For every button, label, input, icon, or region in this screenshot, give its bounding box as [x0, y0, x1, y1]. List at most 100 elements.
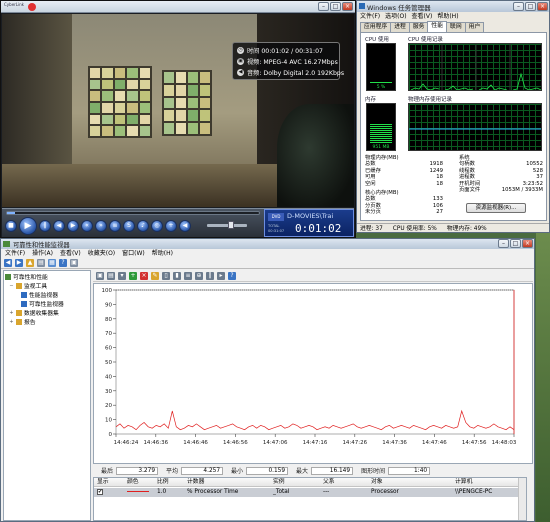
properties-icon[interactable]: ≡ [184, 271, 192, 280]
view-log-data-icon[interactable]: ▤ [107, 271, 115, 280]
zoom-icon[interactable]: + [165, 220, 177, 232]
pause-icon[interactable]: ‖ [39, 220, 51, 232]
window-pane [200, 72, 210, 83]
menu-icon[interactable]: ≡ [109, 220, 121, 232]
properties-icon[interactable]: ▦ [48, 259, 56, 267]
column-show[interactable]: 显示 [94, 478, 124, 486]
table-row[interactable]: ✔ 1.0 % Processor Time _Total --- Proces… [94, 488, 526, 497]
fast-forward-icon[interactable]: » [95, 220, 107, 232]
tab-applications[interactable]: 应用程序 [360, 22, 392, 32]
tree-item-reliability-performance[interactable]: 可靠性和性能 [5, 272, 89, 281]
show-checkbox[interactable]: ✔ [97, 488, 103, 495]
view-current-activity-icon[interactable]: ▣ [96, 271, 104, 280]
column-counter[interactable]: 计数器 [184, 478, 270, 486]
menu-favorites[interactable]: 收藏夹(O) [88, 249, 115, 258]
copy-properties-icon[interactable]: ▯ [162, 271, 170, 280]
minimize-icon[interactable]: – [318, 2, 329, 11]
performance-graph[interactable]: 0 10 20 30 40 50 60 70 80 90 100 14:46:24 14:46:36 14… [93, 283, 533, 464]
column-instance[interactable]: 实例 [270, 478, 320, 486]
volume-slider[interactable] [207, 224, 247, 227]
close-icon[interactable]: × [537, 2, 548, 11]
close-icon[interactable]: × [342, 2, 353, 11]
minimize-icon[interactable]: – [498, 239, 509, 248]
expand-icon[interactable]: + [9, 310, 14, 316]
export-icon[interactable]: ▣ [70, 259, 78, 267]
menu-action[interactable]: 操作(A) [32, 249, 53, 258]
tab-performance[interactable]: 性能 [427, 21, 448, 32]
stop-icon[interactable]: ■ [5, 220, 17, 232]
x-tick-label: 14:46:56 [223, 440, 248, 446]
tree-item-data-collector-sets[interactable]: + 数据收集器集 [5, 308, 89, 317]
show-hide-tree-icon[interactable]: ▤ [37, 259, 45, 267]
maximize-icon[interactable]: □ [330, 2, 341, 11]
menu-options[interactable]: 选项(O) [385, 12, 406, 21]
help-icon[interactable]: ? [59, 259, 67, 267]
menu-help[interactable]: 帮助(H) [437, 12, 458, 21]
minimize-icon[interactable]: – [513, 2, 524, 11]
maximize-icon[interactable]: □ [510, 239, 521, 248]
menu-view[interactable]: 查看(V) [412, 12, 433, 21]
maximize-icon[interactable]: □ [525, 2, 536, 11]
back-icon[interactable]: ◀ [4, 259, 12, 267]
expand-icon[interactable]: + [9, 319, 14, 325]
help-icon[interactable]: ? [228, 271, 236, 280]
add-counter-icon[interactable]: + [129, 271, 137, 280]
menu-window[interactable]: 窗口(W) [122, 249, 145, 258]
x-tick-label: 14:46:24 [114, 440, 139, 446]
tab-processes[interactable]: 进程 [390, 22, 410, 32]
zoom-icon[interactable]: ⊕ [195, 271, 203, 280]
column-parent[interactable]: 父系 [320, 478, 368, 486]
player-titlebar[interactable]: CyberLink – □ × [1, 1, 355, 13]
column-computer[interactable]: 计算机 [452, 478, 526, 486]
tree-item-performance-monitor[interactable]: 性能监视器 [5, 290, 89, 299]
menu-help[interactable]: 帮助(H) [152, 249, 173, 258]
menu-file[interactable]: 文件(F) [5, 249, 25, 258]
forward-icon[interactable]: ▶ [15, 259, 23, 267]
close-icon[interactable]: × [522, 239, 533, 248]
play-icon[interactable]: ▶ [19, 217, 37, 235]
audio-stream-icon[interactable]: ♪ [137, 220, 149, 232]
tree-item-reliability-monitor[interactable]: 可靠性监视器 [5, 299, 89, 308]
menu-file[interactable]: 文件(F) [360, 12, 380, 21]
change-graph-type-icon[interactable]: ▾ [118, 271, 126, 280]
tree-item-monitoring-tools[interactable]: − 监视工具 [5, 281, 89, 290]
scale-cell: 1.0 [157, 489, 167, 495]
tree-item-reports[interactable]: + 报告 [5, 317, 89, 326]
system-pagefile-label: 页面文件 [459, 187, 481, 194]
paste-counter-list-icon[interactable]: ▮ [173, 271, 181, 280]
tab-services[interactable]: 服务 [408, 22, 429, 32]
window-pane [102, 102, 113, 113]
status-processes: 进程: 37 [360, 226, 383, 232]
vertical-scrollbar[interactable] [518, 478, 526, 520]
resource-monitor-button[interactable]: 资源监视器(R)... [466, 203, 526, 213]
update-data-icon[interactable]: ▸ [217, 271, 225, 280]
osd-audio: 音频: Dolby Digital 2.0 192Kbps [247, 70, 345, 77]
column-color[interactable]: 颜色 [124, 478, 154, 486]
seek-bar[interactable] [6, 211, 260, 215]
player-controls: ■ ▶ ‖ ◀ ▶ « » ≡ S ♪ ◎ + ◀ DVD D-MOVIES\T… [2, 208, 354, 237]
tab-networking[interactable]: 联网 [446, 22, 466, 32]
column-object[interactable]: 对象 [368, 478, 452, 486]
volume-knob[interactable] [228, 221, 234, 229]
highlight-icon[interactable]: ✎ [151, 271, 159, 280]
delete-counter-icon[interactable]: × [140, 271, 148, 280]
performance-panel: CPU 使用 5 % CPU 使用记录 内存 951 MB 物理内存使用记录 物… [360, 32, 547, 221]
freeze-display-icon[interactable]: ‖ [206, 271, 214, 280]
menu-view[interactable]: 查看(V) [60, 249, 81, 258]
tab-users[interactable]: 用户 [464, 22, 485, 32]
angle-icon[interactable]: ◎ [151, 220, 163, 232]
rewind-icon[interactable]: « [81, 220, 93, 232]
column-scale[interactable]: 比例 [154, 478, 184, 486]
next-icon[interactable]: ▶ [67, 220, 79, 232]
subtitle-icon[interactable]: S [123, 220, 135, 232]
mute-icon[interactable]: ◀ [179, 220, 191, 232]
osd-time-row: ◷ 时间 00:01:02 / 00:31:07 [237, 45, 335, 56]
previous-icon[interactable]: ◀ [53, 220, 65, 232]
task-manager-menubar: 文件(F) 选项(O) 查看(V) 帮助(H) [357, 12, 549, 21]
video-frame[interactable]: ◷ 时间 00:01:02 / 00:31:07 ▣ 视频: MPEG-4 AV… [2, 14, 354, 207]
perfmon-titlebar[interactable]: 可靠性和性能监视器 – □ × [1, 239, 534, 249]
task-manager-titlebar[interactable]: Windows 任务管理器 – □ × [357, 1, 549, 12]
graph-toolbar: ▣ ▤ ▾ + × ✎ ▯ ▮ ≡ ⊕ ‖ ▸ ? [93, 270, 533, 282]
up-folder-icon[interactable]: ▲ [26, 259, 34, 267]
collapse-icon[interactable]: − [9, 283, 14, 289]
